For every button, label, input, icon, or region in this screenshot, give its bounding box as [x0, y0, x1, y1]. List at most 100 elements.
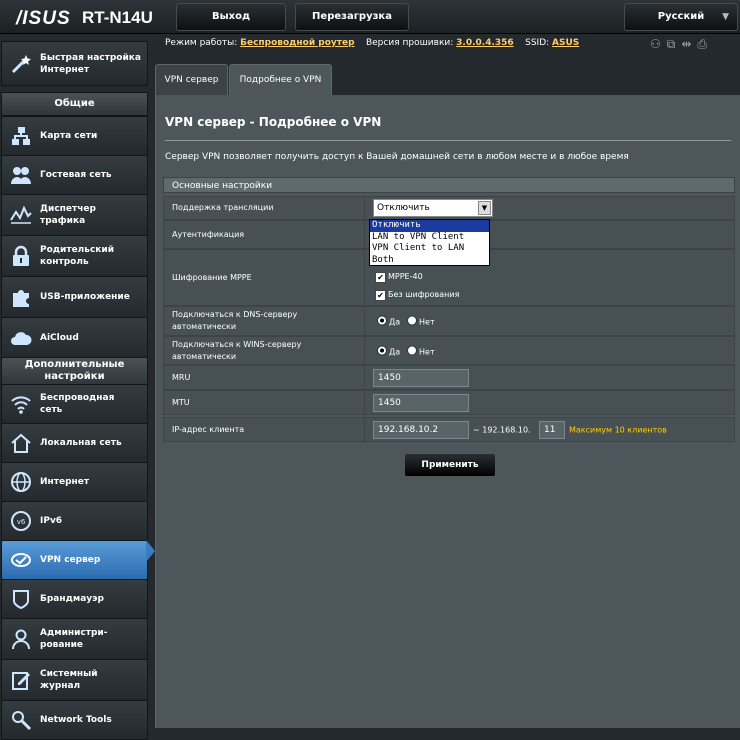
sidebar-item-label: Беспроводная сеть [40, 393, 115, 415]
main-panel: VPN сервер - Подробнее о VPN Сервер VPN … [155, 95, 740, 728]
dns-label: Подключаться к DNS-серверу автоматически [172, 310, 298, 331]
no-encryption-checkbox[interactable]: ✔ Без шифрования [375, 290, 459, 301]
firmware-link[interactable]: 3.0.0.4.356 [456, 38, 514, 48]
sidebar-item-wireless[interactable]: Беспроводная сеть [1, 384, 148, 424]
clients-icon[interactable]: ⚇ [650, 37, 667, 51]
status-icons: ⚇⧉⇹⎙ [650, 37, 713, 52]
sidebar: Быстрая настройка Интернет Общие Карта с… [0, 36, 150, 740]
sidebar-item-firewall[interactable]: Брандмауэр [1, 579, 148, 619]
dropdown-option-disable[interactable]: Отключить [370, 220, 489, 232]
admin-user-icon [12, 629, 30, 650]
sidebar-item-label: Родительский контроль [40, 245, 115, 267]
broadcast-select[interactable]: Отключить ▼ [373, 199, 493, 217]
mru-input[interactable]: 1450 [373, 368, 469, 387]
devices-icon[interactable]: ⧉ [667, 37, 682, 51]
sidebar-item-network-tools[interactable]: Network Tools [1, 700, 148, 740]
section-header: Основные настройки [163, 177, 735, 193]
reboot-button[interactable]: Перезагрузка [295, 3, 409, 31]
chevron-down-icon: ▼ [722, 12, 729, 22]
sidebar-item-administration[interactable]: Администри- рование [1, 618, 148, 660]
ip-end-prefix: ~ 192.168.10. [473, 425, 531, 434]
sidebar-item-vpn-server[interactable]: VPN сервер [1, 540, 148, 580]
top-bar: /ISUS RT-N14U Выход Перезагрузка Русский… [0, 0, 740, 34]
firmware-label: Версия прошивки: [365, 38, 454, 48]
general-section-header: Общие [1, 92, 148, 116]
language-select[interactable]: Русский ▼ [624, 3, 738, 31]
sidebar-item-label: Network Tools [40, 715, 112, 725]
sidebar-item-aicloud[interactable]: AiCloud [1, 317, 148, 359]
sidebar-item-label: VPN сервер [40, 555, 101, 565]
mtu-input[interactable]: 1450 [373, 393, 469, 412]
ssid-label: SSID: [525, 38, 550, 48]
wins-yes-radio[interactable]: Да [377, 345, 400, 356]
usb-icon[interactable]: ⇹ [681, 37, 697, 51]
client-ip-label: IP-адрес клиента [172, 424, 245, 434]
mru-label: MRU [172, 372, 191, 382]
puzzle-icon [13, 290, 29, 307]
broadcast-row: Поддержка трансляции Отключить ▼ [163, 196, 735, 220]
sidebar-item-label: USB-приложение [40, 292, 130, 302]
active-item-pointer [146, 540, 155, 562]
printer-icon[interactable]: ⎙ [697, 37, 713, 51]
tab-vpn-server[interactable]: VPN сервер [155, 64, 228, 95]
mppe-40-checkbox[interactable]: ✔ MPPE-40 [375, 272, 423, 283]
sidebar-item-label: Интернет [40, 477, 90, 487]
ssid-link[interactable]: ASUS [552, 38, 579, 48]
sidebar-item-traffic-manager[interactable]: Диспетчер трафика [1, 194, 148, 236]
wins-label: Подключаться к WINS-серверу автоматическ… [172, 339, 302, 361]
chevron-down-icon[interactable]: ▼ [478, 201, 491, 215]
sidebar-item-label: Диспетчер трафика [40, 204, 96, 226]
advanced-section-header: Дополнительные настройки [1, 357, 148, 386]
wins-row: Подключаться к WINS-серверу автоматическ… [163, 336, 735, 365]
dropdown-option-vpn-to-lan[interactable]: VPN Client to LAN [370, 243, 489, 255]
apply-button[interactable]: Применить [404, 453, 496, 477]
sidebar-item-usb-app[interactable]: USB-приложение [1, 276, 148, 318]
sidebar-item-guest-network[interactable]: Гостевая сеть [1, 155, 148, 195]
page-title: VPN сервер - Подробнее о VPN [165, 115, 382, 129]
dns-yes-radio[interactable]: Да [377, 315, 400, 327]
globe-icon [11, 472, 31, 492]
wins-no-radio[interactable]: Нет [407, 345, 435, 356]
page-description: Сервер VPN позволяет получить доступ к В… [165, 152, 629, 162]
magic-wand-icon [11, 54, 31, 73]
sidebar-item-network-map[interactable]: Карта сети [1, 116, 148, 156]
sidebar-item-lan[interactable]: Локальная сеть [1, 423, 148, 463]
mode-link[interactable]: Беспроводной роутер [240, 38, 354, 48]
status-bar: Режим работы: Беспроводной роутер Версия… [165, 38, 579, 48]
ip-start-input[interactable]: 192.168.10.2 [373, 420, 469, 439]
sidebar-item-label: Брандмауэр [40, 594, 104, 604]
sidebar-item-parental-control[interactable]: Родительский контроль [1, 235, 148, 277]
sidebar-item-system-log[interactable]: Системный журнал [1, 659, 148, 701]
title-divider [165, 140, 731, 141]
model-name: RT-N14U [82, 8, 153, 27]
dns-no-radio[interactable]: Нет [407, 315, 435, 327]
checkmark-icon: ✔ [375, 272, 386, 283]
mppe-label: Шифрование MPPE [172, 272, 252, 282]
sidebar-item-internet[interactable]: Интернет [1, 462, 148, 502]
mppe-40-label: MPPE-40 [388, 272, 423, 281]
mru-row: MRU 1450 [163, 365, 735, 390]
guest-network-icon [11, 167, 31, 184]
asus-logo[interactable]: /ISUS [16, 8, 71, 30]
wireless-icon [11, 396, 31, 414]
broadcast-select-value: Отключить [377, 203, 430, 213]
svg-text:v6: v6 [17, 518, 26, 526]
dropdown-option-both[interactable]: Both [370, 255, 489, 267]
sidebar-item-quick-setup[interactable]: Быстрая настройка Интернет [1, 41, 148, 86]
tab-vpn-details[interactable]: Подробнее о VPN [229, 64, 332, 95]
vpn-icon [11, 553, 31, 567]
mode-label: Режим работы: [165, 38, 238, 48]
sidebar-item-label: Быстрая настройка Интернет [40, 52, 141, 75]
dns-row: Подключаться к DNS-серверу автоматически… [163, 306, 735, 336]
lock-icon [13, 245, 29, 266]
checkmark-icon: ✔ [375, 290, 386, 301]
mtu-label: MTU [172, 397, 190, 407]
logout-button[interactable]: Выход [176, 3, 286, 31]
dropdown-option-lan-to-vpn[interactable]: LAN to VPN Client [370, 232, 489, 244]
ip-end-input[interactable]: 11 [539, 420, 565, 439]
broadcast-label: Поддержка трансляции [172, 203, 274, 212]
sidebar-item-ipv6[interactable]: v6 IPv6 [1, 501, 148, 541]
sidebar-item-label: IPv6 [40, 516, 63, 526]
ipv6-globe-icon: v6 [11, 511, 31, 531]
sidebar-item-label: Карта сети [40, 131, 98, 141]
